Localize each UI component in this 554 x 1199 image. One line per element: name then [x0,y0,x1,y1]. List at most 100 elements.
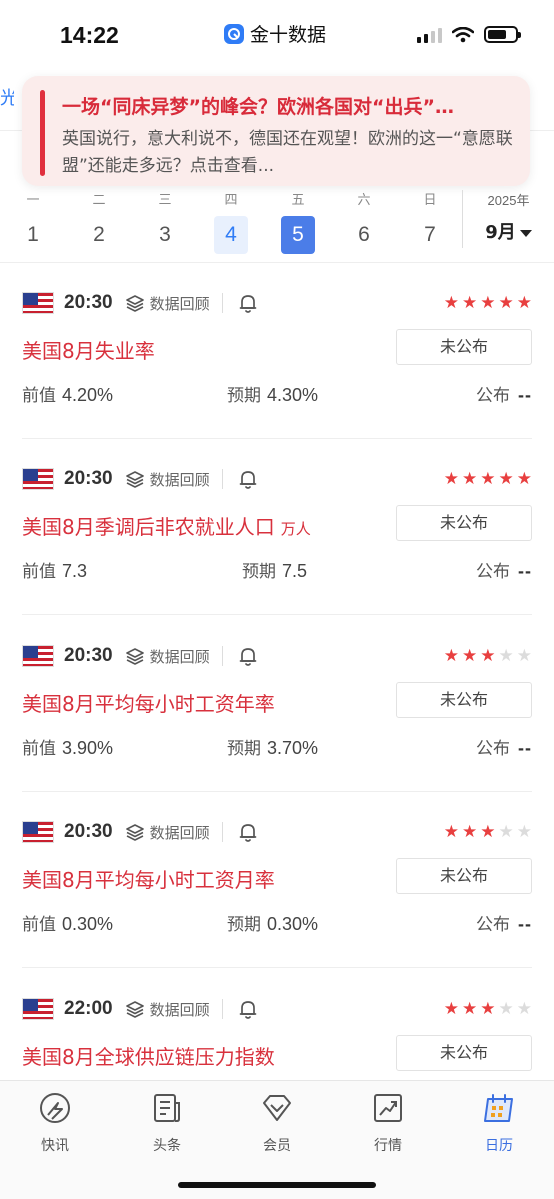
push-notification-banner[interactable]: 一场“同床异梦”的峰会？欧洲各国对“出兵”… 英国说行，意大利说不，德国还在观望… [22,76,530,186]
event-title[interactable]: 美国8月季调后非农就业人口 万人 [22,511,311,540]
calendar-event[interactable]: 22:00 数据回顾 ★★★★★ 美国8月全球供应链压力指数 未公布 前值 预期 [22,969,532,1080]
event-title[interactable]: 美国8月平均每小时工资月率 [22,864,281,893]
event-title-text: 美国8月失业率 [22,339,155,363]
us-flag-icon [22,998,54,1020]
release-status-button[interactable]: 未公布 [396,505,532,541]
release-status-button[interactable]: 未公布 [396,329,532,365]
day-wed[interactable]: 三 3 [145,190,185,254]
month-picker[interactable]: 2025年 9月 [462,190,554,248]
forecast-label: 预期 [227,915,261,935]
importance-stars: ★ ★ ★ ★ ★ [444,998,532,1019]
data-review-label: 数据回顾 [149,823,210,842]
event-title-text: 美国8月全球供应链压力指数 [22,1045,275,1069]
data-review-link[interactable]: 数据回顾 [125,469,210,490]
separator [221,822,223,842]
flash-news-icon [40,1093,70,1123]
calendar-event[interactable]: 20:30 数据回顾 ★ ★ ★ ★ ★ 美国8月平均每小时工资月率 未公布 前值 0.3… [22,792,532,968]
calendar-icon [484,1094,513,1122]
event-meta-row: 20:30 数据回顾 ★ ★ ★ ★ ★ [22,467,532,491]
calendar-event[interactable]: 20:30 数据回顾 ★ ★ ★ ★ ★ 美国8月失业率 未公布 前值 4.20% 预期 4… [22,263,532,439]
bell-icon[interactable] [237,292,259,314]
day-mon[interactable]: 一 1 [13,190,53,254]
actual-number: -- [518,914,532,934]
event-values-row: 前值 0.30% 预期 0.30% 公布 -- [22,910,532,936]
day-thu-today[interactable]: 四 4 [211,190,251,254]
day-fri-selected[interactable]: 五 5 [278,190,318,254]
tab-label: 头条 [153,1138,181,1154]
event-title[interactable]: 美国8月平均每小时工资年率 [22,688,281,717]
data-review-link[interactable]: 数据回顾 [125,999,210,1020]
bell-icon[interactable] [237,998,259,1020]
banner-accent-bar [40,90,45,176]
layers-icon [125,824,144,841]
banner-title: 一场“同床异梦”的峰会？欧洲各国对“出兵”… [62,96,454,118]
event-time: 22:00 [64,998,113,1019]
previous-number: 4.20% [62,385,114,405]
event-title[interactable]: 美国8月全球供应链压力指数 [22,1041,281,1070]
star-filled-icon: ★ [480,821,496,842]
layers-icon [125,1001,144,1018]
forecast-value: 预期 0.30% [227,910,318,935]
event-time: 20:30 [64,821,113,842]
tab-member[interactable]: 会员 [237,1091,317,1155]
importance-stars: ★ ★ ★ ★ ★ [444,821,532,842]
event-title-text: 美国8月平均每小时工资月率 [22,868,275,892]
forecast-label: 预期 [242,562,276,582]
day-sat[interactable]: 六 6 [344,190,384,254]
star-empty-icon: ★ [516,821,532,842]
calendar-event[interactable]: 20:30 数据回顾 ★ ★ ★ ★ ★ 美国8月季调后非农就业人口 万人 未公布 前值 7… [22,439,532,615]
layers-icon [125,648,144,665]
tab-flash-news[interactable]: 快讯 [15,1091,95,1155]
event-title-text: 美国8月季调后非农就业人口 [22,515,275,539]
star-empty-icon: ★ [516,998,532,1019]
day-sun[interactable]: 日 7 [410,190,450,254]
actual-label: 公布 [476,915,510,935]
event-meta-row: 20:30 数据回顾 ★ ★ ★ ★ ★ [22,291,532,315]
previous-value: 前值 4.20% [22,381,113,406]
actual-value: 公布 -- [476,734,532,759]
event-title-text: 美国8月平均每小时工资年率 [22,692,275,716]
day-number: 1 [27,223,39,246]
battery-icon [484,26,521,43]
month-label: 9月 [485,222,516,243]
tab-calendar[interactable]: 日历 [459,1091,539,1155]
data-review-link[interactable]: 数据回顾 [125,822,210,843]
event-title[interactable]: 美国8月失业率 [22,335,161,364]
data-review-label: 数据回顾 [149,294,210,313]
star-filled-icon: ★ [498,468,514,489]
top-tab-fragment[interactable]: 光 [0,84,14,108]
data-review-link[interactable]: 数据回顾 [125,293,210,314]
bell-icon[interactable] [237,821,259,843]
event-values-row: 前值 3.90% 预期 3.70% 公布 -- [22,734,532,760]
weekday-label: 五 [291,193,305,208]
importance-stars: ★ ★ ★ ★ ★ [444,468,532,489]
star-filled-icon: ★ [462,821,478,842]
status-app-indicator[interactable]: 金十数据 [224,20,326,47]
release-status-button[interactable]: 未公布 [396,858,532,894]
data-review-label: 数据回顾 [149,470,210,489]
tab-label: 日历 [485,1138,513,1154]
separator [221,999,223,1019]
bell-icon[interactable] [237,468,259,490]
member-icon [263,1095,291,1121]
star-filled-icon: ★ [462,645,478,666]
tab-market[interactable]: 行情 [348,1091,428,1155]
status-bar: 14:22 金十数据 [0,0,554,70]
release-status-button[interactable]: 未公布 [396,682,532,718]
day-tue[interactable]: 二 2 [79,190,119,254]
release-status-button[interactable]: 未公布 [396,1035,532,1071]
weekday-label: 四 [224,193,238,208]
month-dropdown[interactable]: 9月 [463,218,554,244]
market-icon [374,1094,402,1122]
us-flag-icon [22,292,54,314]
previous-value: 前值 3.90% [22,734,113,759]
star-filled-icon: ★ [480,998,496,1019]
calendar-event[interactable]: 20:30 数据回顾 ★ ★ ★ ★ ★ 美国8月平均每小时工资年率 未公布 前值 3.9… [22,616,532,792]
star-filled-icon: ★ [443,292,459,313]
bell-icon[interactable] [237,645,259,667]
tab-headline[interactable]: 头条 [127,1091,207,1155]
star-empty-icon: ★ [498,821,514,842]
star-empty-icon: ★ [516,645,532,666]
data-review-link[interactable]: 数据回顾 [125,646,210,667]
actual-number: -- [518,385,532,405]
